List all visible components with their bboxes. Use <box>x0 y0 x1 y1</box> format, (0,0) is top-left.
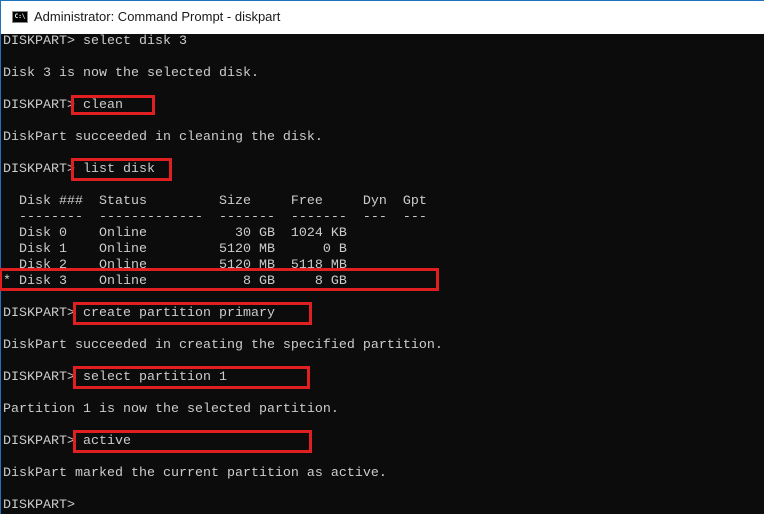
output-line: DiskPart marked the current partition as… <box>3 466 387 481</box>
output-line: Disk 3 is now the selected disk. <box>3 66 259 81</box>
cmd-icon: C:\ <box>12 11 28 23</box>
command-line: DISKPART> select disk 3 <box>3 34 187 49</box>
output-line: DiskPart succeeded in cleaning the disk. <box>3 130 323 145</box>
console-output[interactable]: DISKPART> DiskPart marked the current pa… <box>0 34 764 514</box>
highlight-create-partition <box>73 302 312 325</box>
output-line: Disk 0 Online 30 GB 1024 KB <box>3 226 347 241</box>
output-line: DiskPart succeeded in creating the speci… <box>3 338 443 353</box>
output-line: Partition 1 is now the selected partitio… <box>3 402 339 417</box>
title-bar: C:\ Administrator: Command Prompt - disk… <box>0 0 764 34</box>
command-line: DISKPART> <box>3 498 83 513</box>
output-line: -------- ------------- ------- ------- -… <box>3 210 427 225</box>
highlight-select-partition <box>73 366 310 389</box>
highlight-disk-3-row <box>0 268 439 291</box>
highlight-clean <box>71 95 155 115</box>
output-line: Disk 1 Online 5120 MB 0 B <box>3 242 347 257</box>
output-line: Disk ### Status Size Free Dyn Gpt <box>3 194 427 209</box>
highlight-list-disk <box>71 158 172 181</box>
window-title: Administrator: Command Prompt - diskpart <box>34 9 281 24</box>
highlight-active <box>73 430 312 453</box>
